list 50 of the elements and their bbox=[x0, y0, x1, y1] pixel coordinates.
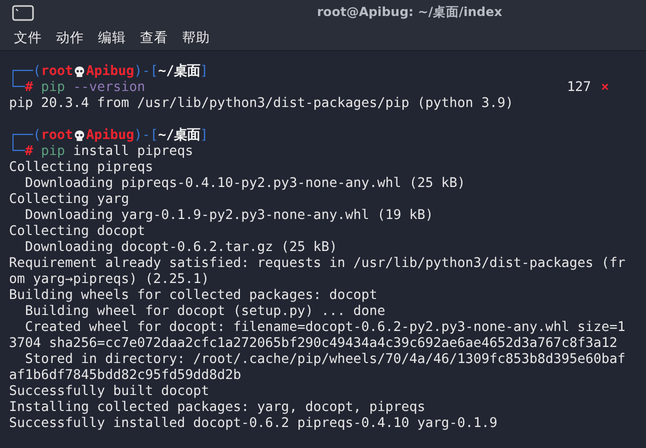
prompt-frame: └─ bbox=[9, 80, 26, 96]
prompt-frame: ┌──( bbox=[9, 64, 42, 80]
prompt-path: ~/桌面 bbox=[158, 64, 200, 80]
output-line: om yarg→pipreqs) (2.25.1) bbox=[9, 272, 210, 288]
window-title: root@Apibug: ~/桌面/index bbox=[317, 4, 502, 22]
prompt-path: ~/桌面 bbox=[158, 128, 200, 144]
output-line: Building wheel for docopt (setup.py) ... done bbox=[24, 304, 386, 320]
skull-icon bbox=[74, 130, 86, 142]
prompt-symbol: # bbox=[25, 144, 34, 160]
output-line: pip 20.3.4 from /usr/lib/python3/dist-packages/pip (python 3.9) bbox=[9, 96, 514, 112]
command-word: --version bbox=[73, 80, 146, 96]
menu-item[interactable]: 编辑 bbox=[98, 28, 126, 47]
prompt-host: Apibug bbox=[86, 64, 134, 80]
output-line: Created wheel for docopt: filename=docopt-0.6.2-py2.py3-none-any.whl size=1 bbox=[24, 320, 626, 336]
prompt-frame: └─ bbox=[9, 144, 26, 160]
menu-item[interactable]: 文件 bbox=[14, 28, 42, 47]
output-line: Collecting pipreqs bbox=[9, 160, 154, 176]
output-line: Building wheels for collected packages: docopt bbox=[9, 288, 378, 304]
command-word: pipreqs bbox=[137, 144, 194, 160]
prompt-frame: ┌──( bbox=[9, 128, 42, 144]
prompt-host: Apibug bbox=[86, 128, 134, 144]
terminal-icon[interactable] bbox=[12, 4, 34, 21]
output-line: Downloading docopt-0.6.2.tar.gz (25 kB) bbox=[24, 240, 338, 256]
prompt-frame: ] bbox=[200, 128, 208, 144]
output-line: Installing collected packages: yarg, docopt, pipreqs bbox=[9, 400, 426, 416]
menu-item[interactable]: 动作 bbox=[56, 28, 84, 47]
command-word: install bbox=[73, 144, 130, 160]
output-line: Downloading pipreqs-0.4.10-py2.py3-none-any.whl (25 kB) bbox=[24, 176, 466, 192]
skull-icon bbox=[74, 66, 86, 78]
prompt-frame: )-[ bbox=[134, 128, 158, 144]
output-line: 3704 sha256=cc7e072daa2cfc1a272065bf290c49434a4c39c692ae6ae4652d3a767c8f3a12 bbox=[9, 336, 618, 352]
output-line: Stored in directory: /root/.cache/pip/wheels/70/4a/46/1309fc853b8d395e60baf bbox=[24, 352, 626, 368]
output-line: Downloading yarg-0.1.9-py2.py3-none-any.whl (19 kB) bbox=[24, 208, 434, 224]
prompt-user: root bbox=[41, 128, 74, 144]
output-line: Collecting yarg bbox=[9, 192, 130, 208]
output-line: Requirement already satisfied: requests in /usr/lib/python3/dist-packages (fr bbox=[9, 256, 626, 272]
error-mark: × bbox=[600, 80, 609, 96]
command-word: pip bbox=[41, 144, 66, 160]
exit-code: 127 bbox=[566, 80, 591, 96]
output-line: af1b6df7845bdd82c95fd59dd8d2b bbox=[9, 368, 242, 384]
menu-item[interactable]: 查看 bbox=[140, 28, 168, 47]
output-line: Collecting docopt bbox=[9, 224, 146, 240]
prompt-frame: ] bbox=[200, 64, 208, 80]
prompt-symbol: # bbox=[25, 80, 34, 96]
output-line: Successfully installed docopt-0.6.2 pipreqs-0.4.10 yarg-0.1.9 bbox=[9, 416, 498, 432]
output-line: Successfully built docopt bbox=[9, 384, 210, 400]
command-word: pip bbox=[41, 80, 66, 96]
prompt-user: root bbox=[41, 64, 74, 80]
menu-item[interactable]: 帮助 bbox=[182, 28, 210, 47]
prompt-frame: )-[ bbox=[134, 64, 158, 80]
